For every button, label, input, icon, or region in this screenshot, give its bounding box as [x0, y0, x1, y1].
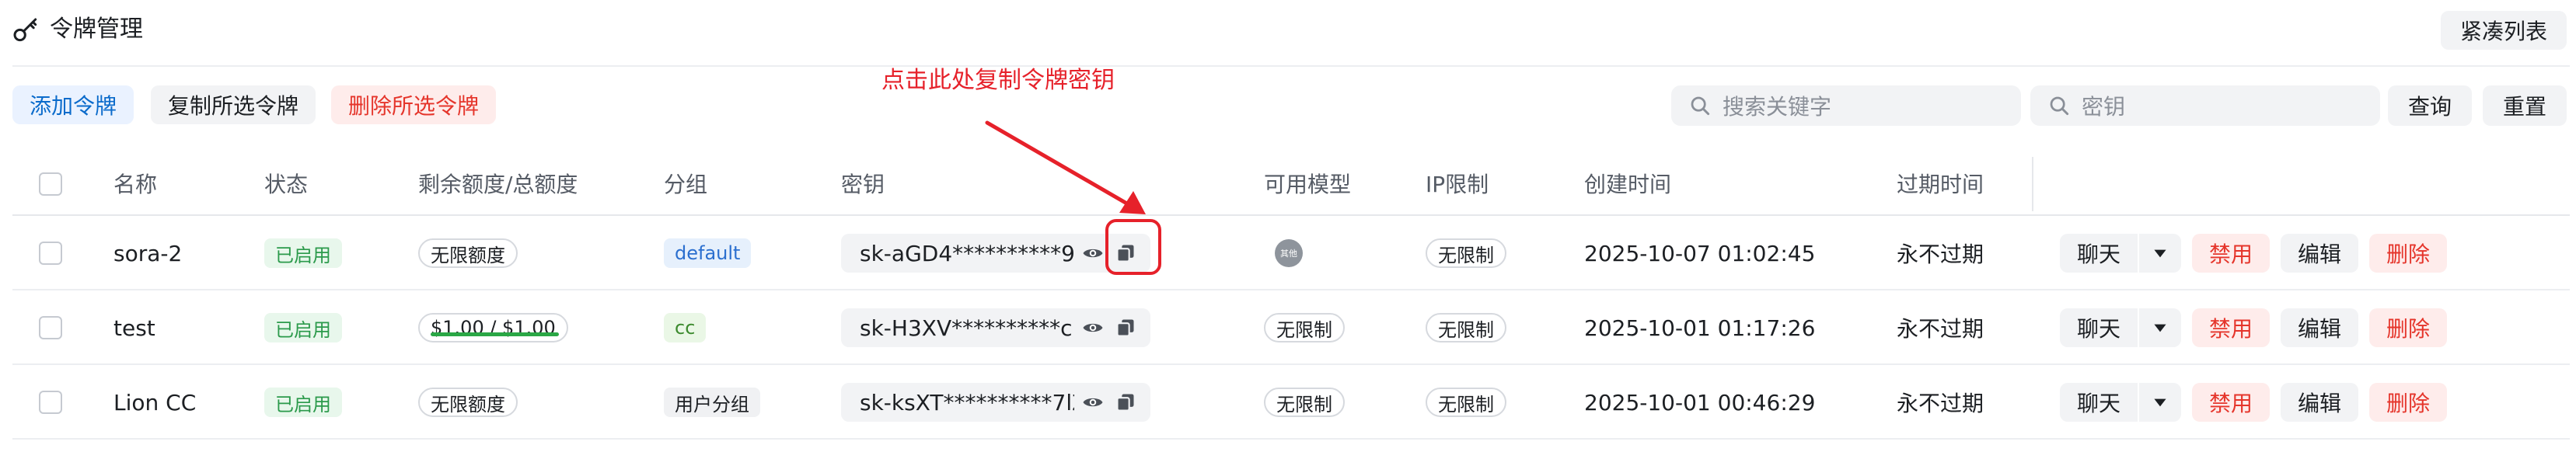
chat-dropdown-button[interactable] [2139, 308, 2182, 347]
search-key-input[interactable]: 密钥 [2030, 85, 2380, 126]
chat-button[interactable]: 聊天 [2060, 308, 2138, 347]
reset-button[interactable]: 重置 [2483, 85, 2567, 126]
ip-limit-badge: 无限制 [1426, 313, 1506, 342]
status-badge: 已启用 [264, 238, 342, 268]
eye-icon[interactable] [1079, 388, 1107, 416]
copy-icon[interactable] [1112, 388, 1140, 416]
ip-limit-badge: 无限制 [1426, 238, 1506, 268]
models-badge: 无限制 [1264, 313, 1345, 342]
search-icon [2050, 96, 2069, 116]
chat-dropdown-button[interactable] [2139, 383, 2182, 422]
query-button[interactable]: 查询 [2388, 85, 2472, 126]
row-divider [12, 438, 2570, 440]
edit-button[interactable]: 编辑 [2281, 234, 2359, 273]
caret-down-icon [2154, 249, 2166, 258]
row-checkbox[interactable] [39, 316, 62, 339]
table-row: sora-2 已启用 无限额度 default sk-aGD4*********… [12, 216, 2570, 290]
delete-button[interactable]: 删除 [2369, 383, 2448, 422]
chat-dropdown-button[interactable] [2139, 234, 2182, 273]
ip-limit-badge: 无限制 [1426, 388, 1506, 417]
column-header-key: 密钥 [841, 172, 885, 197]
token-key-field: sk-ksXT**********7lZ [841, 383, 1150, 422]
quota-badge: $1.00 / $1.00 [418, 313, 568, 342]
compact-list-button[interactable]: 紧凑列表 [2441, 11, 2567, 50]
caret-down-icon [2154, 324, 2166, 332]
token-key-text: sk-aGD4**********91 [860, 240, 1074, 266]
column-divider [2032, 157, 2033, 211]
expire-time: 永不过期 [1897, 242, 1984, 267]
created-time: 2025-10-01 01:17:26 [1584, 315, 1816, 341]
column-header-ip-limit: IP限制 [1426, 172, 1489, 197]
add-token-button[interactable]: 添加令牌 [12, 85, 134, 124]
page-title: 令牌管理 [50, 16, 143, 43]
token-key-text: sk-H3XV**********cm [860, 315, 1074, 341]
quota-badge: 无限额度 [418, 388, 518, 417]
disable-button[interactable]: 禁用 [2192, 308, 2271, 347]
group-badge: 用户分组 [664, 388, 760, 417]
delete-button[interactable]: 删除 [2369, 234, 2448, 273]
row-actions: 聊天 禁用 编辑 删除 [2060, 216, 2448, 290]
edit-button[interactable]: 编辑 [2281, 383, 2359, 422]
table-header: 名称 状态 剩余额度/总额度 分组 密钥 可用模型 IP限制 创建时间 过期时间 [12, 155, 2570, 214]
column-header-name: 名称 [113, 172, 158, 197]
token-key-field: sk-H3XV**********cm [841, 308, 1150, 347]
chat-button[interactable]: 聊天 [2060, 234, 2138, 273]
group-badge: cc [664, 313, 707, 342]
search-keyword-input[interactable]: 搜索关键字 [1671, 85, 2021, 126]
quota-badge: 无限额度 [418, 238, 518, 268]
table-row: Lion CC 已启用 无限额度 用户分组 sk-ksXT**********7… [12, 365, 2570, 440]
row-checkbox[interactable] [39, 391, 62, 414]
models-badge: 无限制 [1264, 388, 1345, 417]
column-header-models: 可用模型 [1264, 172, 1352, 197]
column-header-status: 状态 [264, 172, 309, 197]
column-header-group: 分组 [664, 172, 708, 197]
page-header: 令牌管理 紧凑列表 [0, 0, 2576, 62]
column-header-created: 创建时间 [1584, 172, 1672, 197]
token-key-field: sk-aGD4**********91 [841, 234, 1150, 273]
group-badge: default [664, 238, 752, 268]
delete-button[interactable]: 删除 [2369, 308, 2448, 347]
quota-progress-bar [431, 332, 559, 336]
caret-down-icon [2154, 398, 2166, 407]
status-badge: 已启用 [264, 388, 342, 417]
search-icon [1691, 96, 1710, 116]
token-name: test [113, 315, 155, 341]
header-divider [12, 65, 2570, 67]
copy-highlight-box [1105, 219, 1161, 275]
eye-icon[interactable] [1079, 239, 1107, 267]
select-all-checkbox[interactable] [39, 172, 62, 196]
table-row: test 已启用 $1.00 / $1.00 cc sk-H3XV*******… [12, 290, 2570, 365]
token-name: Lion CC [113, 389, 197, 415]
row-actions: 聊天 禁用 编辑 删除 [2060, 290, 2448, 365]
annotation-text: 点击此处复制令牌密钥 [881, 67, 1115, 94]
search-keyword-placeholder: 搜索关键字 [1723, 94, 1832, 120]
created-time: 2025-10-01 00:46:29 [1584, 389, 1816, 415]
expire-time: 永不过期 [1897, 316, 1984, 342]
expire-time: 永不过期 [1897, 391, 1984, 416]
token-key-text: sk-ksXT**********7lZ [860, 389, 1074, 415]
delete-selected-tokens-button[interactable]: 删除所选令牌 [331, 85, 497, 124]
token-name: sora-2 [113, 240, 183, 266]
row-actions: 聊天 禁用 编辑 删除 [2060, 365, 2448, 440]
disable-button[interactable]: 禁用 [2192, 234, 2271, 273]
column-header-quota: 剩余额度/总额度 [418, 172, 578, 197]
row-checkbox[interactable] [39, 242, 62, 265]
key-icon [13, 18, 37, 42]
column-header-expires: 过期时间 [1897, 172, 1984, 197]
search-key-placeholder: 密钥 [2082, 94, 2126, 120]
chat-button[interactable]: 聊天 [2060, 383, 2138, 422]
eye-icon[interactable] [1079, 314, 1107, 342]
copy-icon[interactable] [1112, 314, 1140, 342]
disable-button[interactable]: 禁用 [2192, 383, 2271, 422]
edit-button[interactable]: 编辑 [2281, 308, 2359, 347]
annotation-arrow [985, 120, 1146, 214]
model-avatar-other: 其他 [1275, 239, 1303, 267]
status-badge: 已启用 [264, 313, 342, 342]
created-time: 2025-10-07 01:02:45 [1584, 240, 1816, 266]
copy-selected-tokens-button[interactable]: 复制所选令牌 [151, 85, 316, 124]
